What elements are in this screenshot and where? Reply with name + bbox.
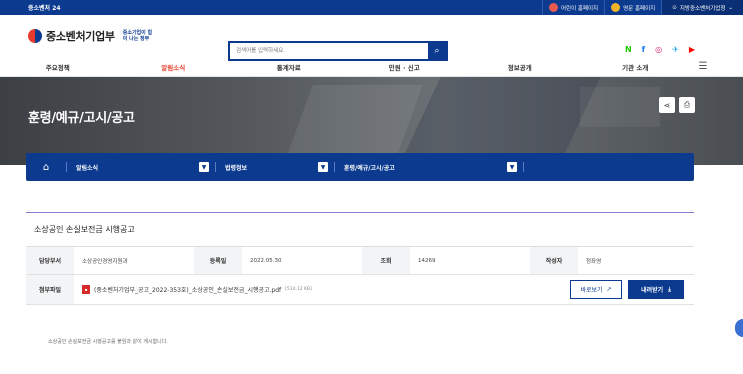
page-tools: ⋖ ⎙ (659, 97, 695, 113)
search-input[interactable] (230, 43, 428, 59)
share-icon[interactable]: ⋖ (659, 97, 675, 113)
nav-item-about[interactable]: 기관 소개 (578, 62, 694, 72)
nav-item-statistics[interactable]: 통계자료 (231, 62, 347, 72)
breadcrumb: ⌂ 알림소식 ▼ 법령정보 ▼ 훈령/예규/고시/공고 ▼ (26, 153, 694, 181)
facebook-icon[interactable]: f (642, 45, 645, 54)
breadcrumb-divider (523, 162, 524, 172)
breadcrumb-news-dropdown[interactable]: 알림소식 ▼ (67, 162, 215, 172)
nav-item-disclosure[interactable]: 정보공개 (462, 62, 578, 72)
floating-side-button[interactable] (735, 319, 743, 337)
date-value: 2022.05.30 (250, 257, 282, 264)
download-button[interactable]: 내려받기 ⤓ (628, 280, 684, 299)
breadcrumb-law-dropdown[interactable]: 법령정보 ▼ (216, 162, 334, 172)
kid-icon (548, 3, 558, 12)
page-hero-banner: 훈령/예규/고시/공고 ⋖ ⎙ (0, 77, 743, 165)
views-value: 14269 (418, 257, 436, 264)
brand-24-link[interactable]: 중소벤처 24 (28, 3, 61, 12)
search-box: ⌕ (228, 41, 448, 61)
print-icon[interactable]: ⎙ (679, 97, 695, 113)
dept-value: 소상공인경영지원과 (82, 258, 128, 265)
logo-mark-icon (28, 29, 42, 43)
post-title: 소상공인 손실보전금 시행공고 (26, 213, 694, 247)
views-label: 조회 (362, 247, 410, 274)
attach-label: 첨부파일 (26, 275, 74, 304)
date-label: 등록일 (194, 247, 242, 274)
chevron-down-icon: ▼ (199, 162, 209, 172)
english-homepage-link[interactable]: 영문 홈페이지 (604, 0, 661, 15)
hero-background-shape (399, 77, 601, 165)
nav-item-civil-complaints[interactable]: 민원 · 신고 (347, 62, 463, 72)
attachment-size: [514.12 KB] (285, 287, 312, 292)
post-detail: 소상공인 손실보전금 시행공고 담당부서 소상공인경영지원과 등록일 2022.… (26, 212, 694, 305)
chevron-down-icon: ▼ (507, 162, 517, 172)
attachment-file[interactable]: ▪ (중소벤처기업부_공고_2022-353호)_소상공인_손실보전금_시행공고… (74, 275, 312, 304)
nav-item-news[interactable]: 알림소식 (116, 62, 232, 72)
post-meta-row: 담당부서 소상공인경영지원과 등록일 2022.05.30 조회 14269 작… (26, 247, 694, 275)
home-icon[interactable]: ⌂ (26, 162, 66, 173)
dept-label: 담당부서 (26, 247, 74, 274)
author-label: 작성자 (530, 247, 578, 274)
logo-text: 중소벤처기업부 (46, 30, 115, 43)
instagram-icon[interactable]: ◎ (655, 45, 662, 54)
pdf-icon: ▪ (82, 285, 90, 294)
twitter-icon[interactable]: ✈ (672, 45, 679, 54)
page-title: 훈령/예규/고시/공고 (28, 111, 135, 126)
post-body: 소상공인 손실보전금 시행공고를 붙임과 같이 게시합니다. (48, 339, 168, 345)
top-utility-bar: 중소벤처 24 어린이 홈페이지 영문 홈페이지 ⊙ 지방중소벤처기업청 ⌄ (0, 0, 743, 15)
breadcrumb-notice-dropdown[interactable]: 훈령/예규/고시/공고 ▼ (335, 162, 523, 172)
site-header: 중소벤처기업부 중소기업이 힘이 나는 정부 ⌕ N f ◎ ✈ ▶ (0, 15, 743, 61)
chevron-down-icon: ⌄ (728, 4, 733, 11)
author-value: 정좌영 (586, 258, 602, 265)
external-link-icon: ↗ (606, 286, 612, 293)
government-slogan: 중소기업이 힘이 나는 정부 (122, 30, 153, 42)
naver-icon[interactable]: N (625, 45, 632, 54)
utility-links: 어린이 홈페이지 영문 홈페이지 ⊙ 지방중소벤처기업청 ⌄ (541, 0, 743, 15)
hero-background-shape (287, 85, 423, 155)
location-pin-icon: ⊙ (672, 4, 677, 11)
hero-background-shape (580, 87, 660, 127)
chevron-down-icon: ▼ (318, 162, 328, 172)
site-logo[interactable]: 중소벤처기업부 중소기업이 힘이 나는 정부 (28, 28, 153, 44)
regional-office-dropdown[interactable]: ⊙ 지방중소벤처기업청 ⌄ (661, 0, 743, 15)
search-button[interactable]: ⌕ (428, 43, 446, 59)
download-icon: ⤓ (668, 285, 671, 293)
youtube-icon[interactable]: ▶ (689, 45, 695, 54)
nav-item-policy[interactable]: 주요정책 (0, 62, 116, 72)
attachment-row: 첨부파일 ▪ (중소벤처기업부_공고_2022-353호)_소상공인_손실보전금… (26, 275, 694, 305)
kids-homepage-link[interactable]: 어린이 홈페이지 (541, 0, 604, 15)
hamburger-menu-icon[interactable]: ☰ (693, 61, 713, 72)
social-links: N f ◎ ✈ ▶ (625, 45, 695, 54)
search-icon: ⌕ (434, 46, 440, 56)
globe-person-icon (611, 3, 621, 12)
preview-button[interactable]: 바로보기 ↗ (570, 280, 622, 299)
attachment-filename[interactable]: (중소벤처기업부_공고_2022-353호)_소상공인_손실보전금_시행공고.p… (94, 285, 281, 294)
